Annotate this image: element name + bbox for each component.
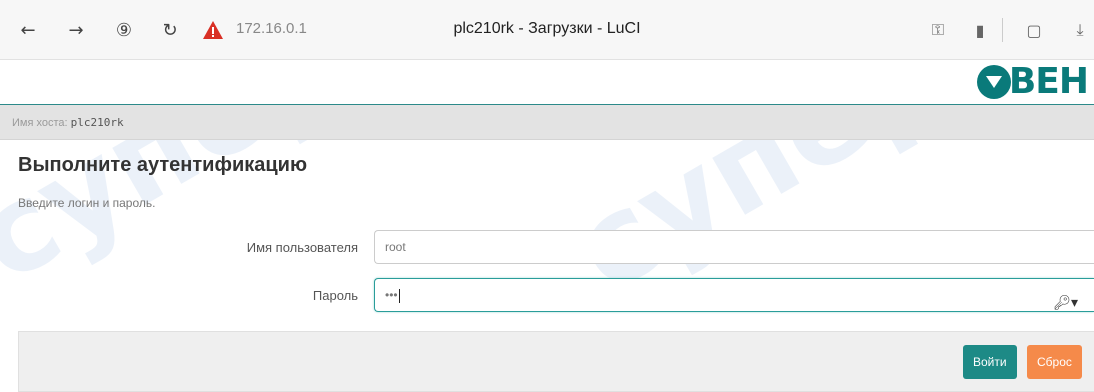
page-title: Выполните аутентификацию: [18, 154, 308, 176]
hostname-bar: Имя хоста: plc210rk: [0, 105, 1094, 140]
password-manager-key-icon[interactable]: 🔑︎▾: [1053, 287, 1078, 319]
login-button[interactable]: Войти: [963, 345, 1017, 379]
text-caret: [398, 288, 400, 303]
reading-mode-icon[interactable]: ▢: [1020, 16, 1048, 44]
password-field[interactable]: ••• 🔑︎▾: [374, 278, 1094, 312]
logo-text: ВЕН: [1008, 61, 1089, 102]
toolbar-divider: [1002, 18, 1003, 42]
browser-toolbar: ← → ⑨ ↻ 172.16.0.1 plc210rk - Загрузки -…: [0, 0, 1094, 60]
brand-logo[interactable]: ВЕН: [976, 61, 1089, 102]
translate-icon[interactable]: ⚿: [924, 16, 952, 44]
username-label: Имя пользователя: [246, 240, 358, 255]
password-value: •••: [385, 288, 398, 302]
logo-mark: [976, 65, 1011, 99]
page-description: Введите логин и пароль.: [18, 196, 156, 210]
reset-button[interactable]: Сброс: [1027, 345, 1082, 379]
hostname-label: Имя хоста: plc210rk: [12, 116, 124, 129]
site-header: ВЕН: [0, 60, 1094, 105]
username-field[interactable]: root: [374, 230, 1094, 264]
form-actions: Войти Сброс: [18, 331, 1094, 392]
username-value: root: [385, 240, 406, 254]
hostname-value: plc210rk: [70, 116, 124, 129]
bookmark-icon[interactable]: ▮: [966, 16, 994, 44]
password-label: Пароль: [312, 288, 358, 303]
download-icon[interactable]: ⤓: [1066, 16, 1094, 44]
